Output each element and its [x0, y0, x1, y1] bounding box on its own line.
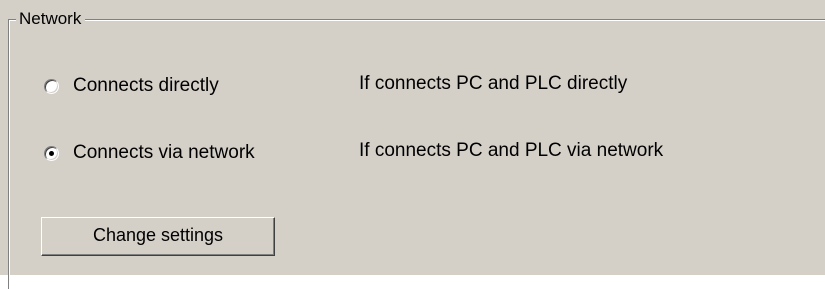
description-connects-via-network: If connects PC and PLC via network — [359, 140, 664, 161]
radio-dot-icon — [49, 150, 54, 156]
description-connects-directly: If connects PC and PLC directly — [359, 73, 628, 94]
radio-connects-directly[interactable]: Connects directly — [44, 73, 219, 99]
radio-button-unselected[interactable] — [44, 78, 59, 94]
radio-label-connects-directly[interactable]: Connects directly — [73, 73, 219, 99]
groupbox-title: Network — [16, 8, 86, 30]
network-dialog: Network Connects directly If connects PC… — [0, 0, 825, 289]
radio-connects-via-network[interactable]: Connects via network — [44, 140, 255, 166]
radio-button-selected[interactable] — [44, 145, 59, 161]
change-settings-button[interactable]: Change settings — [41, 217, 275, 256]
radio-label-connects-via-network[interactable]: Connects via network — [73, 140, 255, 166]
